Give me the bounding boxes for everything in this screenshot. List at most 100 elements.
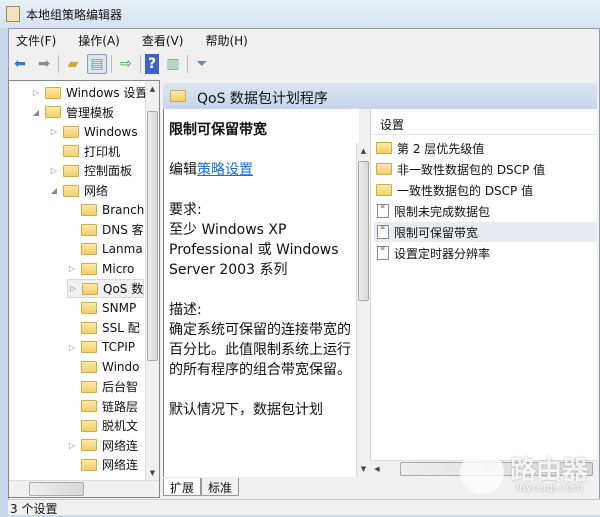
list-item-label: 设置定时器分辨率: [394, 246, 491, 261]
tree-item[interactable]: DNS 客: [67, 220, 144, 239]
list-item[interactable]: 非一致性数据包的 DSCP 值: [374, 159, 597, 179]
tree-item-label: 网络: [84, 184, 109, 198]
scroll-thumb[interactable]: [358, 161, 369, 301]
scroll-thumb[interactable]: [147, 111, 158, 361]
tree-item[interactable]: ▷ Windows 设置: [31, 83, 147, 102]
folder-icon: [81, 321, 97, 334]
show-hide-tree-icon[interactable]: ▤: [87, 54, 107, 74]
help-icon[interactable]: ?: [145, 54, 159, 74]
list-item-label: 一致性数据包的 DSCP 值: [397, 183, 534, 198]
folder-icon: [81, 302, 97, 315]
tree-item[interactable]: ▷ 控制面板: [49, 161, 132, 180]
tree-item[interactable]: SSL 配: [67, 318, 140, 337]
expanded-arrow-icon[interactable]: ◢: [31, 108, 41, 117]
tab-standard[interactable]: 标准: [201, 478, 240, 496]
policy-setting-icon: ≡: [377, 246, 389, 260]
collapsed-arrow-icon[interactable]: ▷: [67, 441, 77, 450]
policy-settings-link[interactable]: 策略设置: [197, 162, 253, 178]
menu-help[interactable]: 帮助(H): [197, 30, 255, 50]
folder-icon: [170, 90, 186, 102]
filter-icon[interactable]: ⏷: [192, 54, 212, 74]
properties-icon[interactable]: ▥: [163, 54, 183, 74]
tree-item[interactable]: ◢ 管理模板: [31, 103, 114, 122]
scroll-down-icon[interactable]: ▼: [146, 465, 159, 481]
toolbar-separator: [187, 55, 188, 73]
collapsed-arrow-icon[interactable]: ▷: [67, 264, 77, 273]
tree-item[interactable]: Lanma: [67, 240, 143, 259]
folder-icon: [81, 400, 97, 413]
up-folder-icon[interactable]: ▰: [63, 54, 83, 74]
tree-item-label: Branch: [102, 203, 145, 218]
tree-vertical-scrollbar[interactable]: ▲ ▼: [145, 81, 159, 481]
collapsed-arrow-icon[interactable]: ▷: [67, 343, 77, 352]
tree-item-label: 网络连: [102, 438, 139, 453]
toolbar-separator: [111, 55, 112, 73]
status-bar: 3 个设置: [8, 499, 600, 516]
tree-item[interactable]: 后台智: [67, 377, 138, 396]
description-label: 描述:: [169, 302, 202, 318]
list-item[interactable]: ≡ 设置定时器分辨率: [374, 243, 597, 263]
description-more: 默认情况下，数据包计划: [169, 402, 323, 418]
tree-item-label: Windo: [102, 359, 140, 374]
tree-item-label: 后台智: [102, 380, 139, 394]
folder-icon: [63, 145, 79, 158]
menu-file[interactable]: 文件(F): [8, 30, 64, 50]
scroll-down-icon[interactable]: ▼: [357, 461, 370, 477]
folder-icon: [81, 380, 97, 393]
list-item[interactable]: 第 2 层优先级值: [374, 138, 597, 158]
tree-item[interactable]: ▷ 网络连: [67, 436, 138, 455]
folder-icon: [376, 142, 392, 154]
tree-item-label: Lanma: [102, 242, 143, 257]
tree-item-label: 打印机: [84, 144, 121, 159]
menu-action[interactable]: 操作(A): [70, 30, 128, 50]
tree-item[interactable]: Branch: [67, 201, 144, 220]
tree-item[interactable]: ◢ 网络: [49, 181, 108, 200]
folder-icon: [81, 341, 97, 354]
folder-icon: [81, 458, 97, 471]
scroll-thumb[interactable]: [29, 482, 84, 496]
requirements-label: 要求:: [169, 202, 202, 218]
tree-item[interactable]: ▷ Micro: [67, 259, 134, 278]
list-item[interactable]: 一致性数据包的 DSCP 值: [374, 180, 597, 200]
tree-item[interactable]: SNMP: [67, 299, 136, 318]
tree-item-label: 网络连: [102, 458, 139, 473]
app-icon: [6, 6, 20, 22]
tree-item-label: SSL 配: [102, 321, 140, 336]
collapsed-arrow-icon[interactable]: ▷: [49, 127, 59, 136]
tree-item[interactable]: ▷ TCPIP: [67, 338, 135, 357]
scroll-left-icon[interactable]: ◀: [370, 461, 384, 477]
tree-item-label: TCPIP: [102, 340, 136, 355]
list-item-label: 非一致性数据包的 DSCP 值: [397, 162, 546, 177]
tree-item[interactable]: 网络连: [67, 455, 138, 474]
tree-item[interactable]: ▷ QoS 数: [67, 279, 145, 298]
tree-horizontal-scrollbar[interactable]: [9, 480, 159, 497]
policy-setting-icon: ≡: [377, 204, 389, 218]
pane-title: QoS 数据包计划程序: [197, 91, 328, 107]
policy-setting-icon: ≡: [377, 225, 389, 239]
collapsed-arrow-icon[interactable]: ▷: [49, 166, 59, 175]
collapsed-arrow-icon[interactable]: ▷: [31, 88, 41, 97]
forward-icon[interactable]: ➡: [34, 54, 54, 74]
tree-item[interactable]: 链路层: [67, 397, 138, 416]
description-scrollbar[interactable]: ▲ ▼: [356, 143, 370, 477]
tree-item[interactable]: 打印机: [49, 142, 120, 161]
menu-view[interactable]: 查看(V): [134, 30, 192, 50]
window-title: 本地组策略编辑器: [26, 8, 123, 22]
export-icon[interactable]: ⇨: [116, 54, 136, 74]
scroll-up-icon[interactable]: ▲: [146, 81, 159, 97]
folder-icon: [376, 163, 392, 175]
expanded-arrow-icon[interactable]: ◢: [49, 186, 59, 195]
tree-item-label: 脱机文: [102, 419, 139, 434]
column-header-settings[interactable]: 设置: [372, 115, 597, 135]
folder-icon: [82, 282, 98, 295]
tree-item[interactable]: Windo: [67, 357, 140, 376]
back-icon[interactable]: ⬅: [10, 54, 30, 74]
collapsed-arrow-icon[interactable]: ▷: [68, 284, 78, 293]
list-item[interactable]: ≡ 限制未完成数据包: [374, 201, 597, 221]
tree-item-label: Windows 设置: [66, 86, 148, 100]
tree-item[interactable]: 脱机文: [67, 416, 138, 435]
list-item[interactable]: ≡ 限制可保留带宽: [374, 222, 597, 242]
tab-extended[interactable]: 扩展: [163, 478, 202, 496]
scroll-up-icon[interactable]: ▲: [357, 143, 370, 159]
tree-item[interactable]: ▷ Windows: [49, 122, 138, 141]
